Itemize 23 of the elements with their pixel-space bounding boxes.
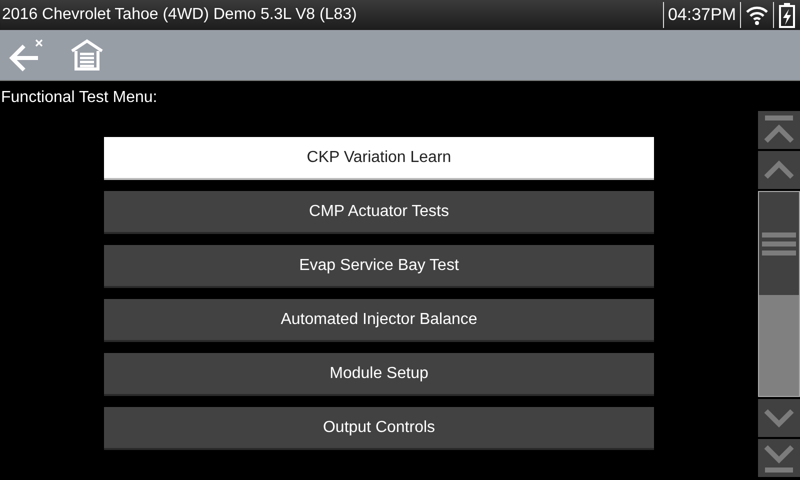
wifi-icon bbox=[745, 4, 769, 26]
grip-icon bbox=[762, 230, 796, 256]
menu-item[interactable]: CMP Actuator Tests bbox=[104, 191, 654, 234]
scroll-thumb[interactable] bbox=[759, 192, 799, 295]
menu-item[interactable]: Module Setup bbox=[104, 353, 654, 396]
chevron-up-icon bbox=[762, 159, 796, 181]
scroll-up-button[interactable] bbox=[758, 151, 800, 189]
scroll-top-button[interactable] bbox=[758, 111, 800, 149]
menu-item[interactable]: Automated Injector Balance bbox=[104, 299, 654, 342]
scroll-bottom-icon bbox=[762, 443, 796, 473]
chevron-down-icon bbox=[762, 407, 796, 429]
menu-item[interactable]: Evap Service Bay Test bbox=[104, 245, 654, 288]
menu-item[interactable]: Output Controls bbox=[104, 407, 654, 450]
scroll-down-button[interactable] bbox=[758, 399, 800, 437]
menu-heading: Functional Test Menu: bbox=[0, 88, 158, 108]
scroll-top-icon bbox=[762, 115, 796, 145]
battery-icon bbox=[778, 2, 796, 28]
menu-item[interactable]: CKP Variation Learn bbox=[104, 137, 654, 180]
clock-time: 04:37PM bbox=[666, 5, 737, 25]
vehicle-title: 2016 Chevrolet Tahoe (4WD) Demo 5.3L V8 (L83) bbox=[1, 6, 358, 24]
back-icon[interactable] bbox=[8, 38, 44, 72]
scroll-bottom-button[interactable] bbox=[758, 439, 800, 477]
home-icon[interactable] bbox=[70, 39, 104, 71]
